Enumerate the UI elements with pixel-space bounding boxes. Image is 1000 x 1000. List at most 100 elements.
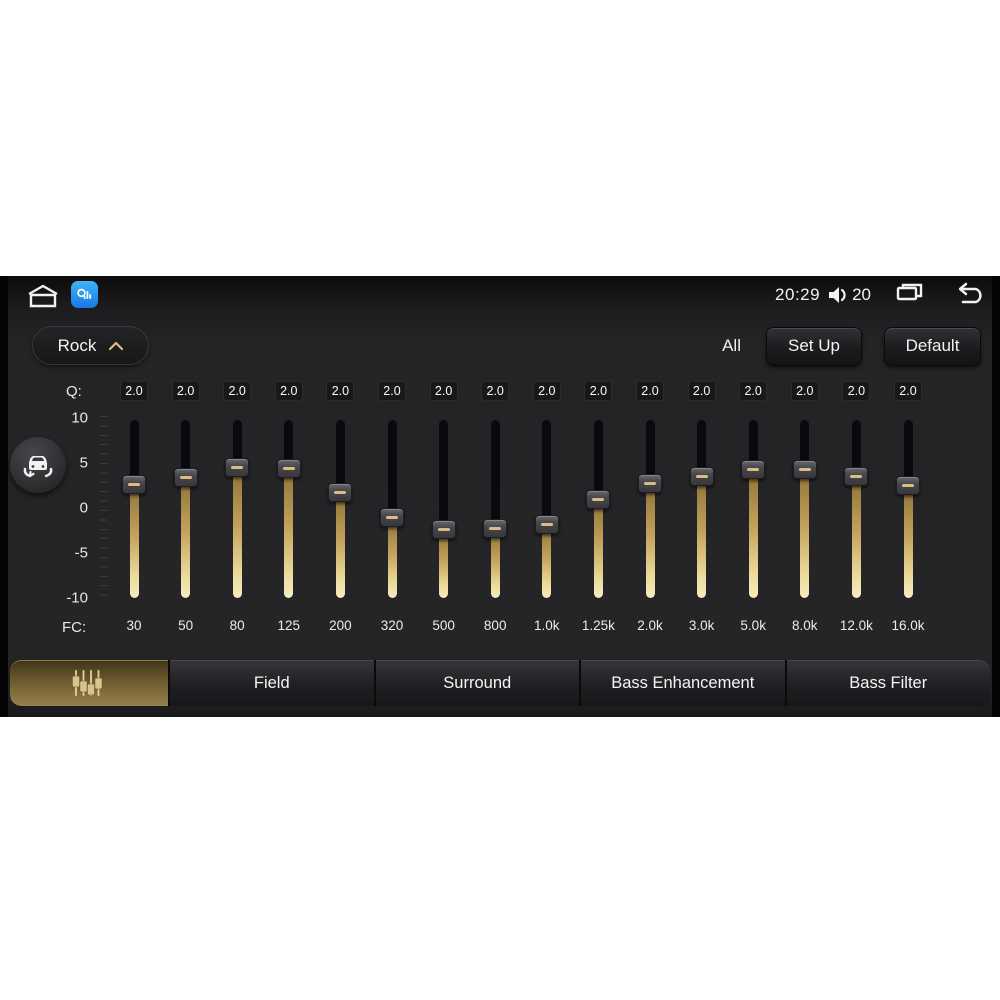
slider-thumb[interactable] [638,474,662,494]
slider-gold-fill [645,483,655,598]
setup-button[interactable]: Set Up [766,326,862,366]
eq-slider-80[interactable] [211,420,263,598]
slider-gold-fill [284,468,294,598]
q-value-125[interactable]: 2.0 [274,381,303,401]
tab-bass-enhancement[interactable]: Bass Enhancement [581,660,785,706]
screen-left-bezel [0,276,8,717]
q-value-3.0k[interactable]: 2.0 [687,381,716,401]
q-value-30[interactable]: 2.0 [120,381,148,401]
gain-scale-label: 10 [71,409,88,427]
recent-apps-icon[interactable] [895,282,924,308]
audio-app-icon[interactable] [71,281,98,308]
q-value-500[interactable]: 2.0 [429,381,458,401]
slider-gold-fill [851,476,861,598]
thumb-dash [850,475,863,478]
slider-thumb[interactable] [328,483,353,503]
eq-slider-12.0k[interactable] [830,420,882,598]
fc-value-12.0k: 12.0k [839,618,873,633]
thumb-dash [386,515,398,519]
q-value-320[interactable]: 2.0 [378,381,406,401]
slider-thumb[interactable] [689,467,714,486]
eq-slider-125[interactable] [263,420,315,598]
eq-slider-800[interactable] [469,420,521,598]
all-button[interactable]: All [722,336,741,356]
preset-dropdown[interactable]: Rock [32,326,149,365]
eq-slider-50[interactable] [160,420,212,598]
fc-value-5.0k: 5.0k [740,618,766,633]
q-value-16.0k[interactable]: 2.0 [894,381,922,401]
eq-slider-16.0k[interactable] [882,420,934,598]
car-sound-field-icon [23,456,53,478]
eq-slider-1.0k[interactable] [521,420,573,598]
gain-scale-label: 0 [79,499,88,517]
fc-value-200: 200 [329,618,352,633]
eq-slider-30[interactable] [108,420,160,598]
eq-slider-3.0k[interactable] [676,420,728,598]
slider-gold-fill [542,524,552,598]
default-button[interactable]: Default [884,326,981,366]
tab-bass-filter[interactable]: Bass Filter [786,660,990,706]
thumb-dash [747,467,760,471]
slider-thumb[interactable] [586,489,611,509]
eq-slider-8.0k[interactable] [779,420,831,598]
eq-slider-500[interactable] [418,420,470,598]
eq-slider-200[interactable] [314,420,366,598]
fc-value-125: 125 [277,618,301,633]
back-arrow-icon[interactable] [954,281,986,310]
q-value-2.0k[interactable]: 2.0 [636,381,664,401]
toolbar-actions: All Set Up Default [722,326,981,366]
slider-thumb[interactable] [276,458,301,478]
eq-slider-1.25k[interactable] [572,420,624,598]
q-value-5.0k[interactable]: 2.0 [739,381,768,401]
fc-value-800: 800 [483,618,507,633]
slider-thumb[interactable] [792,459,817,479]
eq-slider-320[interactable] [366,420,418,598]
slider-thumb[interactable] [844,467,869,486]
slider-gold-fill [439,529,449,598]
q-value-1.25k[interactable]: 2.0 [584,381,613,401]
chevron-up-icon [109,341,124,350]
eq-slider-5.0k[interactable] [727,420,779,598]
slider-thumb[interactable] [173,467,198,487]
car-sound-field-button[interactable] [10,437,66,493]
eq-slider-2.0k[interactable] [624,420,676,598]
slider-thumb[interactable] [896,476,920,495]
fc-value-1.0k: 1.0k [534,618,560,633]
q-value-80[interactable]: 2.0 [223,381,252,401]
slider-thumb[interactable] [483,519,508,539]
thumb-dash [231,466,244,469]
q-value-8.0k[interactable]: 2.0 [790,381,819,401]
tab-surround[interactable]: Surround [375,660,579,706]
slider-thumb[interactable] [431,520,456,540]
slider-gold-fill [748,469,758,598]
page: 20:29 20 Rock All Set Up Default Q: FC: … [0,0,1000,1000]
gain-scale-label: -5 [74,544,88,562]
q-value-12.0k[interactable]: 2.0 [842,381,871,401]
slider-thumb[interactable] [741,459,766,479]
slider-thumb[interactable] [122,475,146,495]
thumb-dash [902,484,914,487]
q-value-50[interactable]: 2.0 [171,381,200,401]
fc-value-8.0k: 8.0k [792,618,818,633]
q-value-800[interactable]: 2.0 [481,381,510,401]
slider-thumb[interactable] [534,514,559,534]
clock: 20:29 [775,285,821,304]
slider-thumb[interactable] [225,458,250,477]
thumb-dash [798,467,811,471]
q-value-200[interactable]: 2.0 [326,381,355,401]
slider-gold-fill [593,499,603,598]
home-icon[interactable] [24,283,62,309]
speaker-volume-icon [827,285,849,305]
slider-gold-fill [335,492,345,598]
tab-equalizer[interactable] [10,660,168,706]
slider-gold-fill [903,485,913,598]
q-value-1.0k[interactable]: 2.0 [532,381,561,401]
slider-gold-fill [387,517,397,598]
thumb-dash [644,482,656,486]
slider-gold-fill [697,476,707,598]
thumb-dash [489,527,502,531]
slider-thumb[interactable] [380,507,404,527]
tab-field[interactable]: Field [170,660,374,706]
slider-gold-fill [232,467,242,598]
equalizer-sliders-icon [72,670,103,696]
